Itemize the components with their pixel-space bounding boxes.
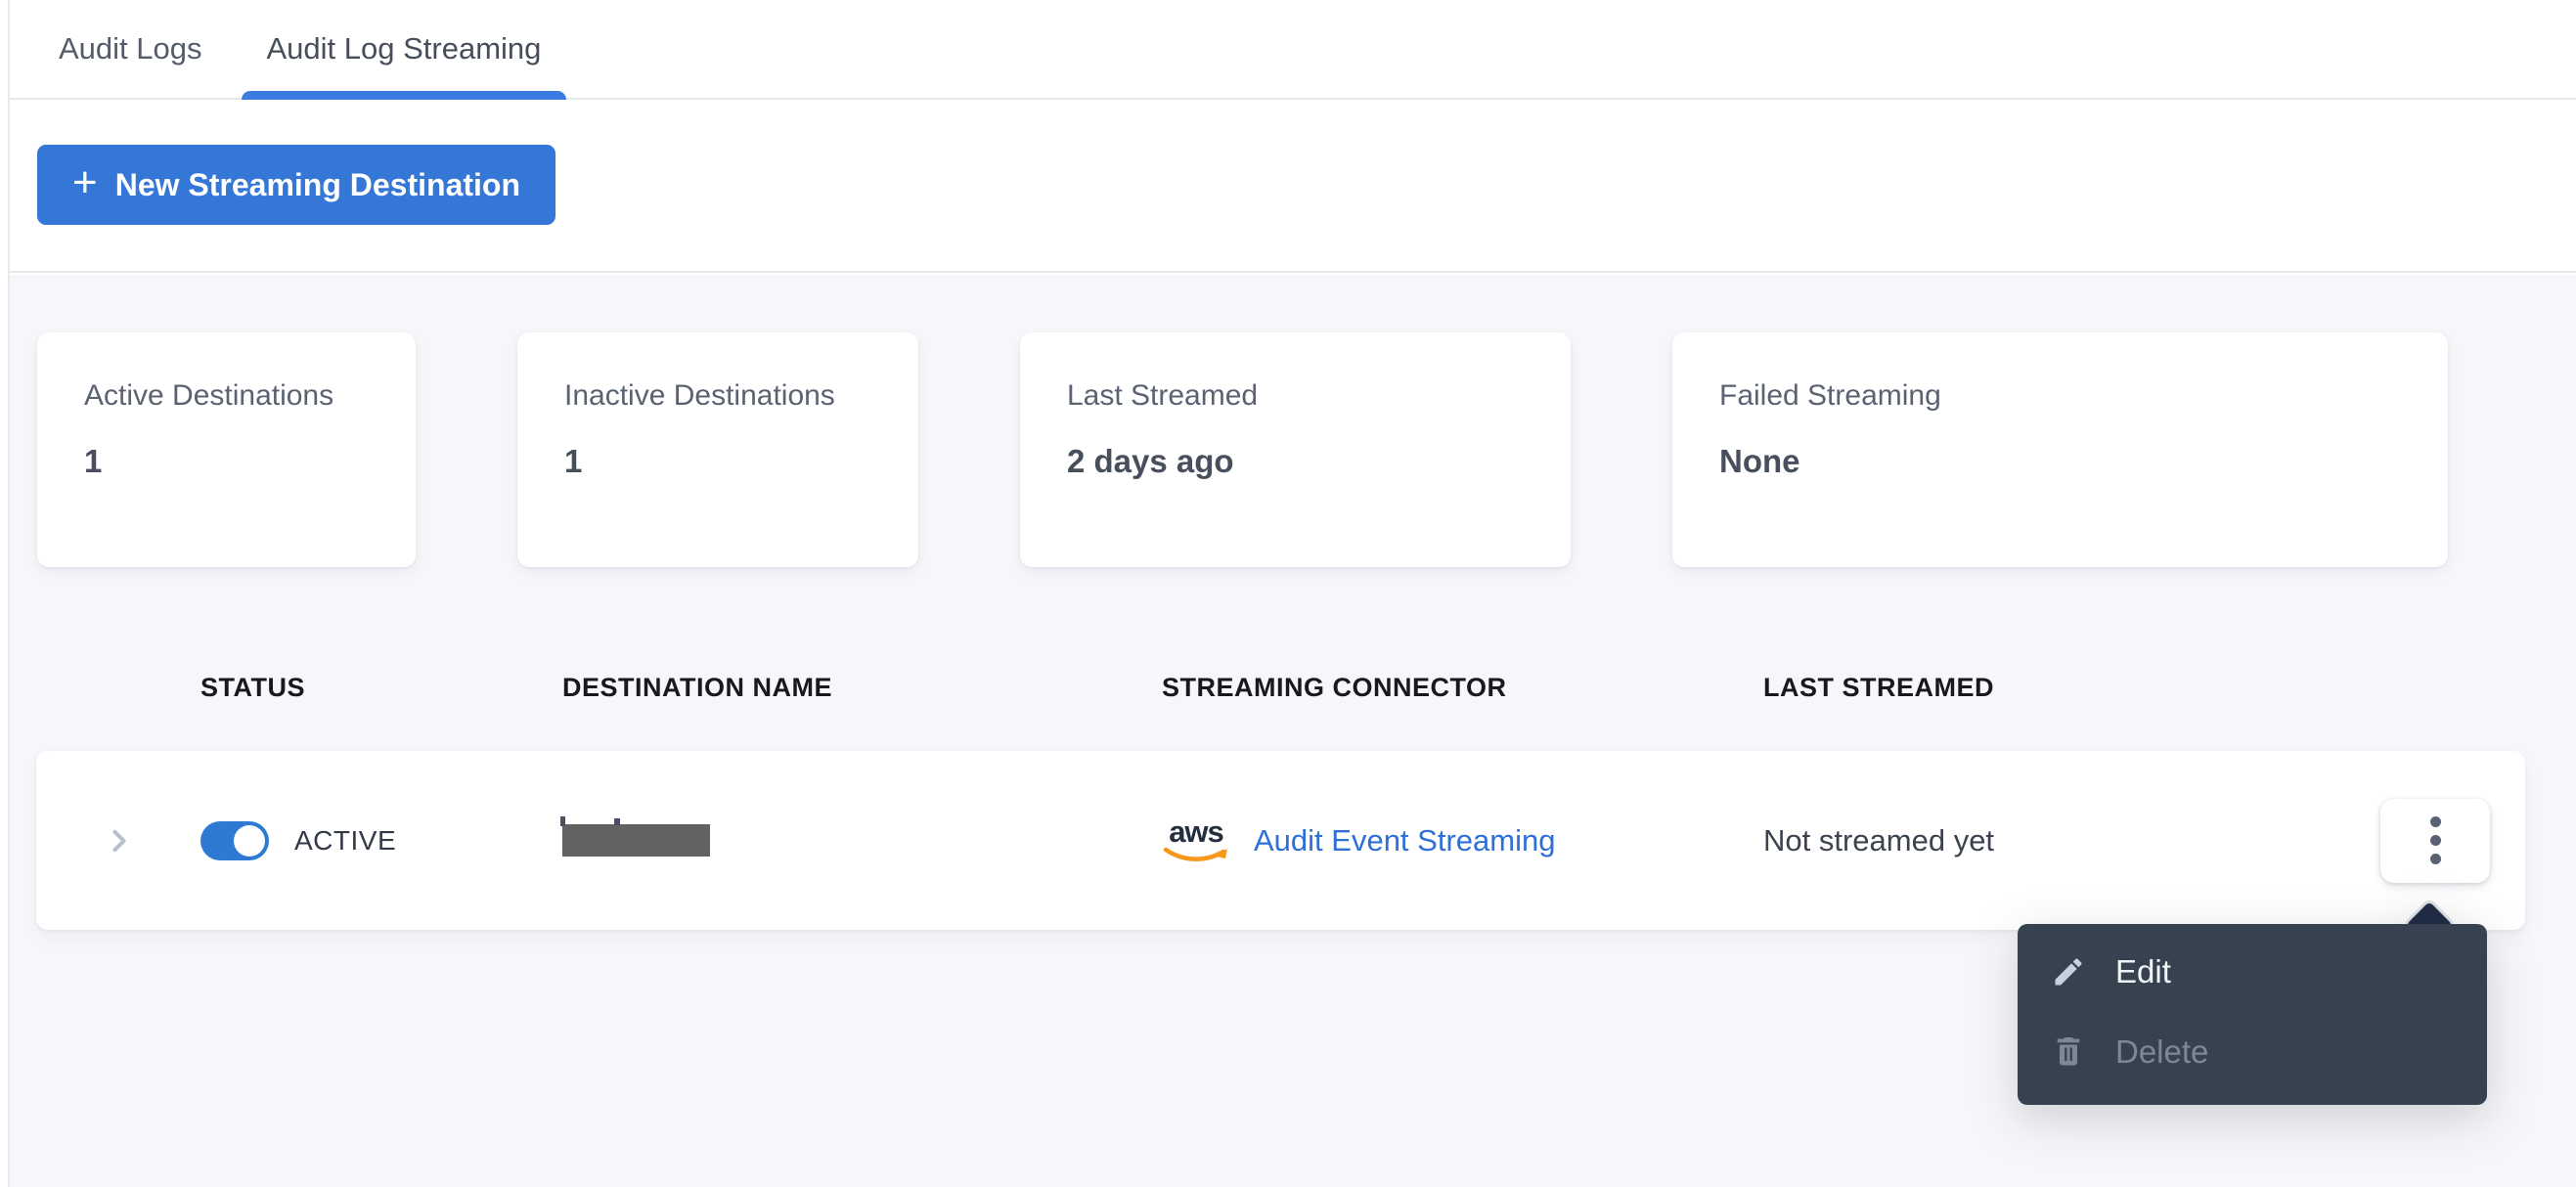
stat-label: Last Streamed xyxy=(1067,379,1259,412)
content-area: Active Destinations 1 Inactive Destinati… xyxy=(10,275,2576,1187)
last-streamed-cell: Not streamed yet xyxy=(1763,751,2380,930)
stat-value: 2 days ago xyxy=(1067,442,1234,479)
tab-bar: Audit Logs Audit Log Streaming xyxy=(10,0,2576,100)
stat-label: Failed Streaming xyxy=(1719,379,1941,412)
plus-icon: + xyxy=(72,158,98,206)
redacted-destination-name xyxy=(560,816,710,857)
column-header-streaming-connector: STREAMING CONNECTOR xyxy=(1162,672,1507,702)
stat-card-active-destinations: Active Destinations 1 xyxy=(37,332,416,567)
chevron-right-icon xyxy=(112,829,126,852)
pencil-icon xyxy=(2055,958,2082,986)
stat-card-last-streamed: Last Streamed 2 days ago xyxy=(1020,332,1571,567)
status-badge: ACTIVE xyxy=(294,824,397,856)
tab-audit-logs[interactable]: Audit Logs xyxy=(39,0,222,98)
stat-label: Active Destinations xyxy=(84,379,334,412)
new-streaming-destination-label: New Streaming Destination xyxy=(114,166,520,202)
menu-item-edit[interactable]: Edit xyxy=(2018,932,2487,1012)
aws-logo-icon: aws xyxy=(1162,816,1230,864)
trash-icon xyxy=(2057,1037,2080,1066)
menu-body: Edit Delete xyxy=(2018,924,2487,1105)
connector-link[interactable]: Audit Event Streaming xyxy=(1254,823,1555,858)
toggle-knob xyxy=(234,824,265,857)
menu-item-delete[interactable]: Delete xyxy=(2018,1012,2487,1092)
action-bar: + New Streaming Destination xyxy=(10,100,2576,273)
stat-label: Inactive Destinations xyxy=(564,379,835,412)
panel-left-border xyxy=(8,0,10,1187)
table-row: ACTIVE aws Audit Event Streaming Not str… xyxy=(36,751,2525,930)
new-streaming-destination-button[interactable]: + New Streaming Destination xyxy=(37,145,555,225)
streaming-connector-cell: aws Audit Event Streaming xyxy=(1162,751,1763,930)
table-header: STATUS DESTINATION NAME STREAMING CONNEC… xyxy=(36,664,2525,711)
menu-item-label: Delete xyxy=(2115,1033,2209,1070)
aws-smile-arrow xyxy=(1163,847,1227,861)
stat-card-inactive-destinations: Inactive Destinations 1 xyxy=(517,332,918,567)
row-actions-cell xyxy=(2380,751,2531,930)
stat-value: 1 xyxy=(84,442,103,479)
stat-value: None xyxy=(1719,442,1800,479)
last-streamed-value: Not streamed yet xyxy=(1763,822,1995,857)
destination-name-cell xyxy=(560,751,1162,930)
row-actions-kebab-button[interactable] xyxy=(2380,798,2490,883)
row-actions-menu: Edit Delete xyxy=(2018,901,2487,1105)
status-toggle[interactable] xyxy=(200,820,269,860)
column-header-last-streamed: LAST STREAMED xyxy=(1763,672,1994,702)
stat-cards: Active Destinations 1 Inactive Destinati… xyxy=(37,332,2448,567)
connector: aws Audit Event Streaming xyxy=(1162,816,1555,864)
row-expand-button[interactable] xyxy=(36,751,200,930)
stat-value: 1 xyxy=(564,442,583,479)
column-header-status: STATUS xyxy=(200,672,305,702)
audit-log-streaming-page: Audit Logs Audit Log Streaming + New Str… xyxy=(0,0,2576,1187)
column-header-destination-name: DESTINATION NAME xyxy=(562,672,832,702)
kebab-icon xyxy=(2429,816,2441,827)
menu-item-label: Edit xyxy=(2115,953,2171,989)
status-cell: ACTIVE xyxy=(200,751,562,930)
stat-card-failed-streaming: Failed Streaming None xyxy=(1672,332,2448,567)
tab-audit-log-streaming[interactable]: Audit Log Streaming xyxy=(241,0,567,100)
